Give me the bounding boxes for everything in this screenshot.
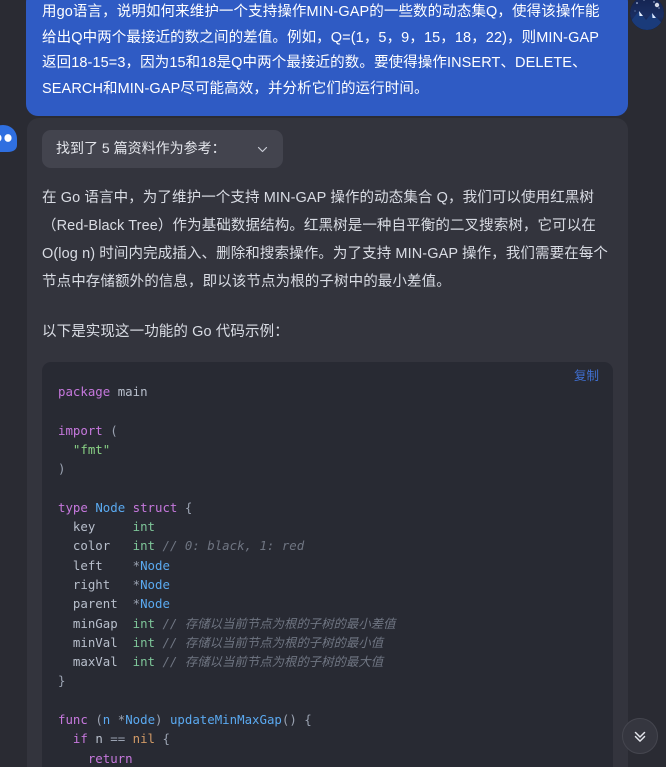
copy-code-button[interactable]: 复制 bbox=[574, 368, 599, 384]
double-chevron-down-icon bbox=[632, 728, 648, 744]
sources-expander[interactable]: 找到了 5 篇资料作为参考： bbox=[42, 130, 283, 168]
user-message-bubble: 用go语言，说明如何来维护一个支持操作MIN-GAP的一些数的动态集Q，使得该操… bbox=[26, 0, 628, 116]
answer-paragraph-2: 以下是实现这一功能的 Go 代码示例： bbox=[42, 324, 289, 340]
scroll-to-bottom-button[interactable] bbox=[622, 718, 658, 754]
code-content[interactable]: package main import ( "fmt" ) type Node … bbox=[42, 372, 613, 767]
assistant-message-bubble: 找到了 5 篇资料作为参考： 在 Go 语言中，为了维护一个支持 MIN-GAP… bbox=[27, 118, 628, 767]
user-avatar[interactable] bbox=[630, 0, 664, 30]
user-message-text: 用go语言，说明如何来维护一个支持操作MIN-GAP的一些数的动态集Q，使得该操… bbox=[42, 4, 600, 97]
code-block: 复制 package main import ( "fmt" ) type No… bbox=[42, 362, 613, 767]
answer-paragraph-1: 在 Go 语言中，为了维护一个支持 MIN-GAP 操作的动态集合 Q，我们可以… bbox=[42, 190, 609, 290]
chat-scroll-area[interactable]: 用go语言，说明如何来维护一个支持操作MIN-GAP的一些数的动态集Q，使得该操… bbox=[0, 0, 666, 767]
chevron-down-icon bbox=[256, 143, 269, 156]
sources-label: 找到了 5 篇资料作为参考： bbox=[56, 140, 226, 156]
bot-avatar-icon bbox=[0, 122, 20, 156]
